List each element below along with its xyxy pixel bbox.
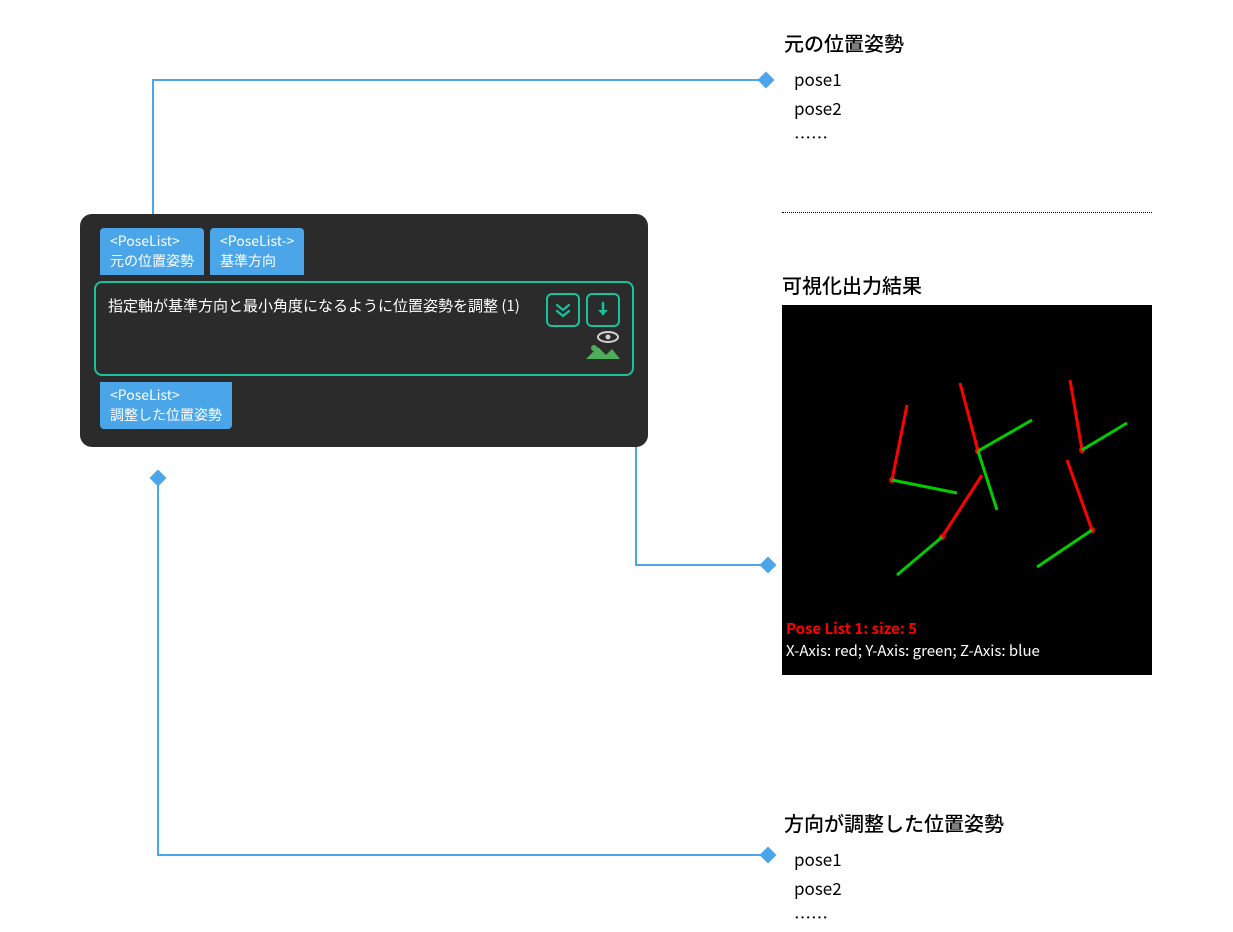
visualization-panel: Pose List 1: size: 5 X-Axis: red; Y-Axis…: [782, 305, 1152, 675]
port-name: 元の位置姿勢: [110, 252, 194, 272]
list-item: pose1: [794, 65, 904, 94]
output-port-0[interactable]: <PoseList>調整した位置姿勢: [100, 382, 232, 429]
expand-all-button[interactable]: [546, 293, 580, 327]
connector-arrowhead: [760, 557, 777, 574]
node-body[interactable]: 指定軸が基準方向と最小角度になるように位置姿勢を調整 (1): [94, 281, 634, 376]
list-item: pose2: [794, 94, 904, 123]
vis-label-size: Pose List 1: size: 5: [786, 618, 917, 639]
callout-original-poses: 元の位置姿勢 pose1pose2……: [784, 28, 904, 152]
vis-label-legend: X-Axis: red; Y-Axis: green; Z-Axis: blue: [786, 640, 1040, 661]
visualization-title: 可視化出力結果: [782, 270, 922, 299]
download-arrow-icon: [594, 301, 612, 319]
double-chevron-down-icon: [554, 301, 572, 319]
connector-arrowhead: [760, 847, 777, 864]
node-title: 指定軸が基準方向と最小角度になるように位置姿勢を調整 (1): [108, 293, 520, 316]
list-item: pose1: [794, 845, 1004, 874]
input-port-0[interactable]: <PoseList>元の位置姿勢: [100, 228, 204, 275]
port-type: <PoseList>: [110, 232, 194, 252]
port-type: <PoseList>: [110, 386, 222, 406]
callout-title: 方向が調整した位置姿勢: [784, 808, 1004, 837]
port-type: <PoseList->: [220, 232, 294, 252]
run-button[interactable]: [586, 293, 620, 327]
callout-title: 元の位置姿勢: [784, 28, 904, 57]
port-name: 調整した位置姿勢: [110, 406, 222, 426]
list-item: ……: [794, 123, 904, 152]
separator: [782, 212, 1152, 213]
list-item: pose2: [794, 874, 1004, 903]
callout-adjusted-poses: 方向が調整した位置姿勢 pose1pose2……: [784, 808, 1004, 932]
visualize-icon[interactable]: [580, 329, 620, 366]
step-node: <PoseList>元の位置姿勢<PoseList->基準方向 指定軸が基準方向…: [80, 214, 648, 447]
list-item: ……: [794, 903, 1004, 932]
port-name: 基準方向: [220, 252, 294, 272]
input-ports: <PoseList>元の位置姿勢<PoseList->基準方向: [100, 228, 634, 275]
connector-arrowhead: [758, 72, 775, 89]
output-ports: <PoseList>調整した位置姿勢: [100, 382, 634, 429]
input-port-1[interactable]: <PoseList->基準方向: [210, 228, 304, 275]
connector-anchor: [150, 470, 167, 487]
